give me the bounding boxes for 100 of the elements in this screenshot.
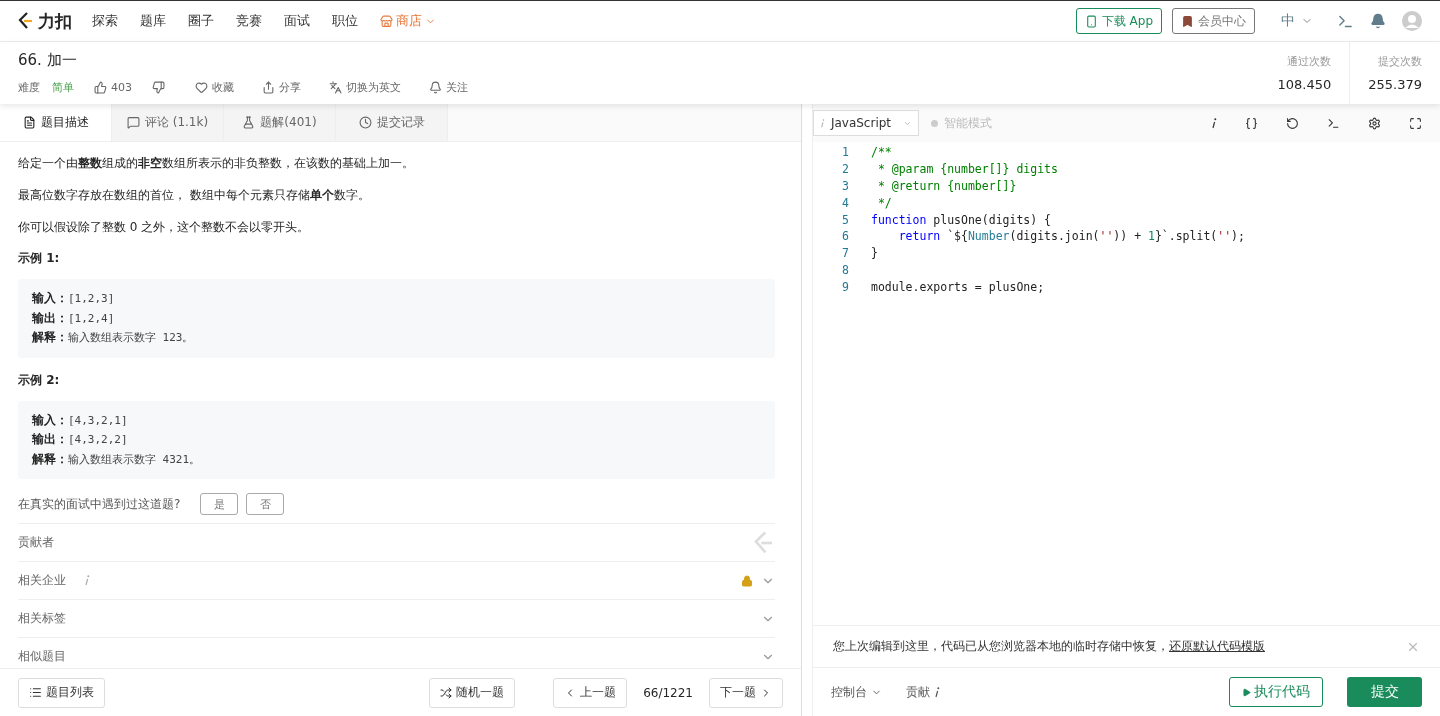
dot-icon [931, 119, 938, 127]
action-link[interactable]: 关注 [429, 80, 468, 95]
nav-link[interactable]: 职位 [332, 12, 358, 30]
example-value: [1,2,4] [68, 311, 115, 325]
like-button[interactable]: 403 [94, 81, 132, 94]
example-value: [4,3,2,1] [68, 413, 128, 427]
stat-value: 255.379 [1368, 77, 1422, 92]
code-line: * @param {number[]} digits [876, 162, 1058, 177]
thumbs-up-icon [94, 81, 107, 94]
example-label: 解释： [32, 451, 68, 466]
example-value: [1,2,3] [68, 292, 115, 305]
nav-link[interactable]: 圈子 [188, 12, 214, 30]
logo-icon [753, 530, 775, 555]
nav-link[interactable]: 题库 [140, 12, 166, 30]
problem-position: 66/1221 [643, 685, 693, 700]
language-select[interactable]: JavaScript [813, 110, 919, 136]
code-line: */ [876, 195, 892, 210]
code-line: function plusOne(digits) { [871, 212, 1051, 227]
code-line: module.exports = plusOne; [871, 279, 1045, 294]
action-link[interactable]: 切换为英文 [329, 80, 401, 95]
action-link[interactable]: 分享 [262, 80, 301, 95]
run-code-button[interactable]: 执行代码 [1229, 677, 1323, 707]
interview-question: 在真实的面试中遇到过这道题? [18, 495, 181, 513]
section-title[interactable]: 相关标签 [18, 610, 66, 627]
difficulty-label: 难度 [18, 80, 40, 95]
terminal-icon[interactable] [1327, 116, 1340, 130]
example-value: 输入数组表示数字 4321。 [68, 452, 201, 466]
code-line: return `${Number(digits.join('')) + 1}`.split(''); [897, 229, 1245, 244]
line-number: 4 [841, 195, 849, 210]
bell-icon [429, 81, 442, 94]
example-label: 输入： [32, 412, 68, 427]
section-title[interactable]: 贡献者 [18, 534, 54, 551]
notification-icon[interactable] [1370, 13, 1386, 29]
prev-button[interactable]: 上一题 [553, 677, 628, 708]
info-icon[interactable] [1211, 117, 1217, 129]
bookmark-icon [1181, 14, 1194, 28]
random-button[interactable]: 随机一题 [429, 677, 516, 708]
next-button[interactable]: 下一题 [709, 677, 783, 708]
nav-link[interactable]: 竞赛 [236, 12, 262, 30]
logo-text[interactable]: 力扣 [38, 9, 72, 33]
problem-title: 66. 加一 [18, 51, 78, 70]
clock-icon [358, 116, 372, 129]
flask-icon [242, 116, 256, 129]
info-icon[interactable] [934, 686, 940, 698]
braces-icon[interactable] [1245, 116, 1258, 130]
stat-label: 提交次数 [1378, 54, 1422, 69]
example-label: 输入： [32, 291, 68, 305]
section-title[interactable]: 相似题目 [18, 648, 66, 665]
member-center-button[interactable]: 会员中心 [1172, 8, 1255, 34]
nav-link[interactable]: 探索 [92, 12, 118, 30]
code-line: * @return {number[]} [876, 179, 1017, 193]
action-link[interactable]: 收藏 [195, 80, 234, 95]
comment-icon [126, 116, 140, 129]
submit-button[interactable]: 提交 [1347, 677, 1422, 707]
stat-label: 通过次数 [1287, 54, 1332, 69]
example-label: 输出： [32, 310, 68, 325]
example-label: 输出： [32, 432, 68, 446]
settings-icon[interactable] [1368, 116, 1381, 130]
tab[interactable]: 评论 (1.1k) [112, 104, 224, 141]
restore-notice: 您上次编辑到这里，代码已从您浏览器本地的临时存储中恢复，还原默认代码模版 [833, 638, 1265, 655]
lock-icon [741, 574, 753, 587]
list-icon [29, 686, 42, 699]
code-line: } [871, 246, 878, 261]
store-icon [380, 14, 393, 28]
description-text: 最高位数字存放在数组的首位， 数组中每个元素只存储单个数字。 [18, 187, 371, 204]
nav-link[interactable]: 面试 [284, 12, 310, 30]
example-title: 示例 2: [18, 371, 61, 389]
example-title: 示例 1: [18, 250, 61, 267]
line-number: 1 [841, 145, 849, 160]
answer-button[interactable]: 是 [200, 493, 239, 515]
download-app-button[interactable]: 下载 App [1075, 8, 1162, 34]
line-number: 3 [841, 179, 849, 193]
example-label: 解释： [32, 330, 68, 344]
line-number: 9 [841, 279, 849, 294]
description-text: 你可以假设除了整数 0 之外，这个整数不会以零开头。 [18, 219, 311, 236]
tab[interactable]: 题目描述 [0, 104, 112, 141]
fullscreen-icon[interactable] [1409, 116, 1422, 130]
line-number: 7 [841, 246, 849, 261]
shuffle-icon [440, 686, 453, 699]
description-text: 给定一个由整数组成的非空数组所表示的非负整数，在该数的基础上加一。 [18, 155, 415, 172]
console-toggle[interactable]: 控制台 [831, 683, 882, 701]
phone-icon [1084, 14, 1098, 28]
section-title[interactable]: 相关企业 [18, 572, 66, 589]
language-menu[interactable]: 中 [1281, 12, 1295, 30]
reset-icon[interactable] [1286, 116, 1299, 130]
line-number: 2 [841, 162, 849, 177]
answer-button[interactable]: 否 [246, 493, 285, 515]
contribute-link[interactable]: 贡献 [906, 683, 940, 701]
translate-icon [329, 81, 342, 94]
problem-list-button[interactable]: 题目列表 [18, 677, 105, 708]
code-line: /** [871, 145, 892, 160]
line-number: 8 [841, 262, 849, 277]
share-icon [262, 81, 275, 94]
tab[interactable]: 题解(401) [224, 104, 336, 141]
logo-icon [18, 12, 34, 30]
restore-link[interactable]: 还原默认代码模版 [1169, 639, 1265, 653]
tab[interactable]: 提交记录 [336, 104, 448, 141]
example-value: [4,3,2,2] [68, 433, 128, 446]
example-value: 输入数组表示数字 123。 [68, 331, 194, 344]
dislike-icon[interactable] [152, 81, 165, 94]
